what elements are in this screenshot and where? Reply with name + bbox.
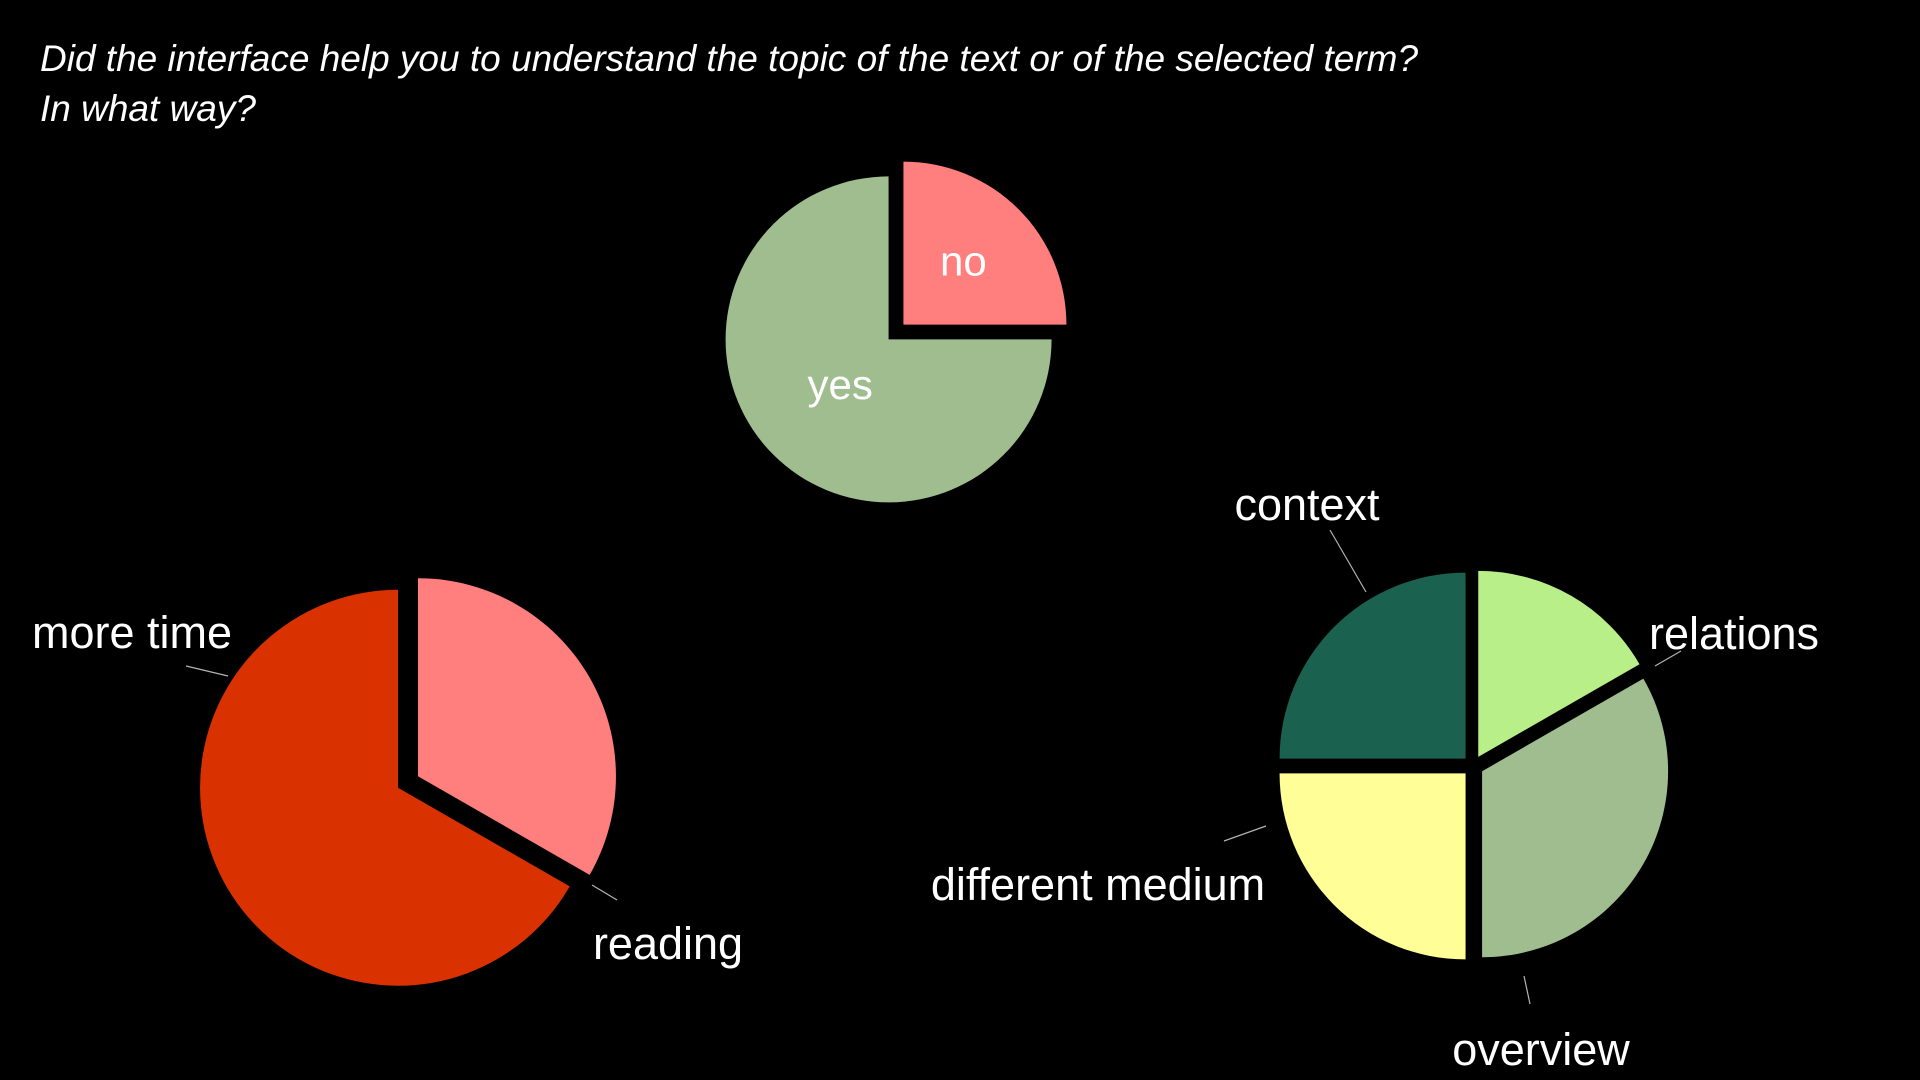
- slide: Did the interface help you to understand…: [0, 0, 1920, 1080]
- pie-chart-not-helped-reasons: more time reading: [32, 578, 743, 986]
- label-overview: overview: [1452, 1024, 1630, 1075]
- pie-chart-helped-ways: context relations overview different medium: [931, 479, 1819, 1075]
- label-different-medium: different medium: [931, 859, 1265, 910]
- label-no: no: [940, 238, 987, 285]
- label-reading: reading: [593, 918, 743, 969]
- leader-line-different-medium: [1223, 825, 1267, 842]
- slice-overview: [1279, 773, 1466, 960]
- label-relations: relations: [1649, 608, 1819, 659]
- leader-line-overview: [1523, 975, 1531, 1005]
- label-yes: yes: [807, 361, 872, 408]
- slice-different-medium: [1279, 572, 1466, 759]
- pie-charts: no yes more time reading context relations o…: [32, 161, 1819, 1075]
- label-context: context: [1234, 479, 1380, 530]
- leader-line-reading: [591, 884, 618, 901]
- pie-chart-helped: no yes: [725, 161, 1067, 503]
- leader-line-context: [1329, 529, 1367, 593]
- leader-line-more-time: [185, 665, 229, 677]
- label-more-time: more time: [32, 607, 232, 658]
